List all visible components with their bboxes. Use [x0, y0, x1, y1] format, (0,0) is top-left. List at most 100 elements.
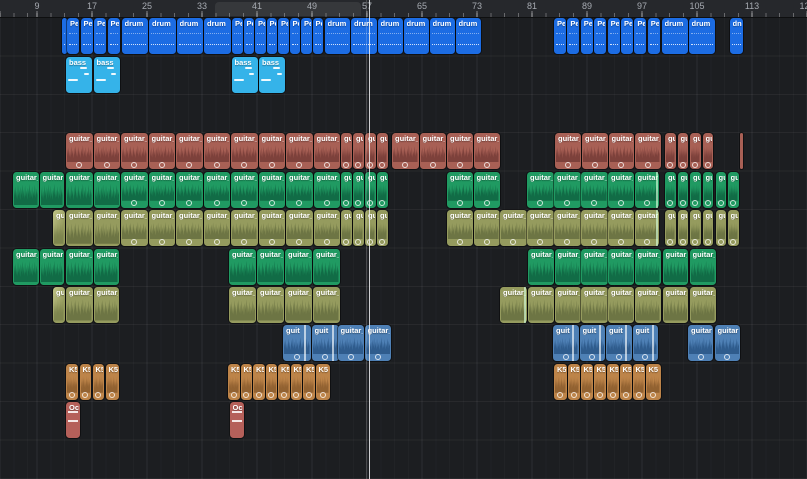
guitar-3-clip[interactable]: guitar_: [66, 210, 93, 246]
drums-clip[interactable]: drum: [404, 18, 429, 54]
guitar-1-clip[interactable]: guitar_: [420, 133, 447, 169]
guitar-1-clip[interactable]: gu: [678, 133, 689, 169]
guitar-4-clip[interactable]: guitar_: [313, 249, 340, 285]
keys-clip[interactable]: K5: [554, 364, 567, 400]
guitar-5-clip[interactable]: guitar_: [500, 287, 527, 323]
guitar-2-clip[interactable]: guitar_: [121, 172, 148, 208]
guitar-5-clip[interactable]: guitar_: [94, 287, 119, 323]
guitar-2-clip[interactable]: guitar_: [286, 172, 313, 208]
timeline-ruler[interactable]: 91725334149576573818997105113121: [0, 0, 807, 18]
guitar-1-clip[interactable]: gu: [377, 133, 388, 169]
guitar-6-clip[interactable]: guitar: [715, 325, 741, 361]
keys-clip[interactable]: K5: [228, 364, 240, 400]
guitar-3-clip[interactable]: gu: [716, 210, 727, 246]
guitar-6-clip[interactable]: guit: [580, 325, 606, 361]
drums-clip[interactable]: drum: [204, 18, 231, 54]
keys-clip[interactable]: K5: [66, 364, 78, 400]
drums-clip[interactable]: Pe: [554, 18, 566, 54]
guitar-1-clip[interactable]: guitar_: [392, 133, 419, 169]
guitar-5-clip[interactable]: guitar_: [635, 287, 661, 323]
guitar-1-clip[interactable]: guitar_: [447, 133, 473, 169]
keys-clip[interactable]: K5: [303, 364, 315, 400]
guitar-5-clip[interactable]: guitar_: [690, 287, 716, 323]
guitar-3-clip[interactable]: guitar_: [608, 210, 634, 246]
guitar-1-clip[interactable]: guitar_: [204, 133, 231, 169]
keys-clip[interactable]: K5: [241, 364, 253, 400]
guitar-2-clip[interactable]: guitar_: [314, 172, 341, 208]
guitar-6-clip[interactable]: guitar_: [688, 325, 713, 361]
guitar-4-clip[interactable]: guitar_: [94, 249, 119, 285]
guitar-2-clip[interactable]: guitar: [40, 172, 64, 208]
keys-clip[interactable]: K5: [106, 364, 119, 400]
guitar-6-clip[interactable]: guit: [553, 325, 579, 361]
guitar-4-clip[interactable]: guitar_: [229, 249, 256, 285]
drums-clip[interactable]: Pe: [567, 18, 579, 54]
guitar-2-clip[interactable]: guitar_: [13, 172, 39, 208]
guitar-5-clip[interactable]: gu: [53, 287, 65, 323]
guitar-3-clip[interactable]: guitar_: [527, 210, 554, 246]
drums-clip[interactable]: Pe: [581, 18, 593, 54]
guitar-2-clip[interactable]: guitar_: [554, 172, 581, 208]
guitar-5-clip[interactable]: guitar_: [581, 287, 608, 323]
guitar-3-clip[interactable]: guitar_: [94, 210, 121, 246]
guitar-1-clip[interactable]: guitar_: [259, 133, 286, 169]
drums-clip[interactable]: Pe: [108, 18, 121, 54]
guitar-1-clip[interactable]: guitar_: [94, 133, 121, 169]
guitar-2-clip[interactable]: guitar_: [474, 172, 500, 208]
guitar-3-clip[interactable]: guitar_: [121, 210, 148, 246]
bass-clip[interactable]: bass: [94, 57, 120, 93]
guitar-6-clip[interactable]: guitar_: [338, 325, 365, 361]
guitar-3-clip[interactable]: guitar_: [259, 210, 286, 246]
guitar-4-clip[interactable]: guitar_: [66, 249, 93, 285]
keys-clip[interactable]: K5: [80, 364, 92, 400]
guitar-2-clip[interactable]: guitar_: [231, 172, 258, 208]
guitar-2-clip[interactable]: guitar_: [447, 172, 473, 208]
guitar-2-clip[interactable]: gu: [690, 172, 701, 208]
guitar-4-clip[interactable]: guitar_: [690, 249, 716, 285]
guitar-3-clip[interactable]: gu: [353, 210, 364, 246]
guitar-3-clip[interactable]: guitar_: [474, 210, 500, 246]
bass-clip[interactable]: bass: [66, 57, 92, 93]
keys-clip[interactable]: K5: [291, 364, 303, 400]
guitar-4-clip[interactable]: guitar_: [13, 249, 39, 285]
guitar-2-clip[interactable]: gu: [377, 172, 388, 208]
drums-clip[interactable]: Pe: [232, 18, 243, 54]
guitar-6-clip[interactable]: guit: [606, 325, 632, 361]
drums-clip[interactable]: drum: [378, 18, 403, 54]
drums-clip[interactable]: drum: [351, 18, 377, 54]
guitar-3-clip[interactable]: guitar_: [635, 210, 660, 246]
guitar-1-clip[interactable]: guitar_: [582, 133, 608, 169]
guitar-3-clip[interactable]: guitar_: [554, 210, 581, 246]
guitar-4-clip[interactable]: guitar_: [663, 249, 689, 285]
drums-clip[interactable]: Pe: [301, 18, 312, 54]
guitar-2-clip[interactable]: guitar_: [94, 172, 121, 208]
guitar-1-clip[interactable]: gu: [665, 133, 676, 169]
keys-clip[interactable]: K5: [607, 364, 619, 400]
keys-clip[interactable]: K5: [278, 364, 290, 400]
guitar-2-clip[interactable]: guitar_: [176, 172, 203, 208]
guitar-3-clip[interactable]: gu: [678, 210, 689, 246]
guitar-1-clip[interactable]: guitar_: [474, 133, 500, 169]
guitar-4-clip[interactable]: guitar_: [555, 249, 581, 285]
drums-clip[interactable]: drum: [149, 18, 176, 54]
guitar-6-clip[interactable]: guit: [312, 325, 339, 361]
guitar-5-clip[interactable]: guitar_: [555, 287, 581, 323]
guitar-1-clip[interactable]: guitar_: [176, 133, 203, 169]
guitar-3-clip[interactable]: guitar_: [231, 210, 258, 246]
guitar-6-clip[interactable]: guit: [283, 325, 311, 361]
drums-clip[interactable]: drum: [430, 18, 455, 54]
guitar-2-clip[interactable]: guitar_: [581, 172, 608, 208]
guitar-1-clip[interactable]: guitar_: [555, 133, 581, 169]
guitar-1-clip[interactable]: guitar_: [286, 133, 313, 169]
guitar-4-clip[interactable]: guitar_: [285, 249, 312, 285]
guitar-3-clip[interactable]: guitar_: [286, 210, 313, 246]
guitar-3-clip[interactable]: guitar_: [447, 210, 473, 246]
playhead[interactable]: [369, 0, 371, 479]
guitar-1-clip[interactable]: [740, 133, 743, 169]
guitar-5-clip[interactable]: guitar_: [66, 287, 93, 323]
guitar-5-clip[interactable]: guitar_: [257, 287, 284, 323]
guitar-2-clip[interactable]: gu: [703, 172, 714, 208]
guitar-2-clip[interactable]: guitar_: [608, 172, 634, 208]
drums-clip[interactable]: drum: [662, 18, 688, 54]
guitar-1-clip[interactable]: guitar_: [609, 133, 635, 169]
